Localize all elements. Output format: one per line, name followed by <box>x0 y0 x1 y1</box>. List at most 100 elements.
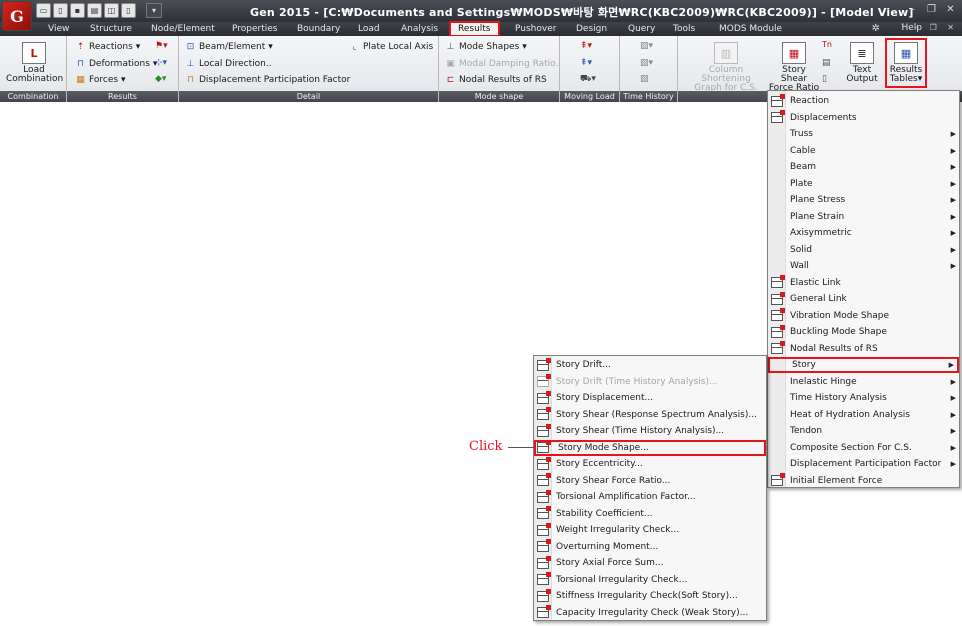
text-output-button[interactable]: ≣ Text Output <box>842 42 882 84</box>
beam-element-dropdown[interactable]: ⊡ Beam/Element ▾ <box>185 41 273 52</box>
open-folder-icon[interactable]: ▭ <box>36 3 51 18</box>
results-tables-item-elastic-link[interactable]: Elastic Link <box>768 275 959 291</box>
results-tables-button[interactable]: ▦ Results Tables▾ <box>885 38 927 88</box>
story-item-story-shear-force-ratio[interactable]: Story Shear Force Ratio... <box>534 473 766 489</box>
results-tables-item-wall[interactable]: Wall ▶ <box>768 258 959 274</box>
story-item-overturning-moment[interactable]: Overturning Moment... <box>534 539 766 555</box>
forces-dropdown[interactable]: ▦ Forces ▾ <box>75 74 125 85</box>
story-submenu: Story Drift... Story Drift (Time History … <box>533 355 767 621</box>
click-annotation-line <box>508 447 534 448</box>
blank-page-icon[interactable]: ▯ <box>121 3 136 18</box>
column-shortening-button[interactable]: ▥ Column Shortening Graph for C.S. <box>684 42 768 93</box>
restore-icon[interactable]: ❐ <box>924 3 939 17</box>
results-tables-item-time-history-analysis[interactable]: Time History Analysis ▶ <box>768 390 959 406</box>
results-tables-item-plane-strain[interactable]: Plane Strain ▶ <box>768 209 959 225</box>
results-tables-item-reaction[interactable]: Reaction <box>768 93 959 109</box>
results-tables-item-displacement-participation-factor[interactable]: Displacement Participation Factor ▶ <box>768 456 959 472</box>
results-tables-item-solid[interactable]: Solid ▶ <box>768 242 959 258</box>
moving-tool-icon[interactable]: ⊹▾ <box>155 58 167 68</box>
story-shear-force-ratio-button[interactable]: ▦ Story Shear Force Ratio <box>768 42 820 93</box>
story-document-icon[interactable]: ▯ <box>822 74 827 84</box>
menu-item-label: Capacity Irregularity Check (Weak Story)… <box>556 607 749 618</box>
results-tables-item-vibration-mode-shape[interactable]: Vibration Mode Shape <box>768 308 959 324</box>
menu-item-label: Story Eccentricity... <box>556 459 643 469</box>
story-item-story-axial-force-sum[interactable]: Story Axial Force Sum... <box>534 555 766 571</box>
results-tables-item-tendon[interactable]: Tendon ▶ <box>768 423 959 439</box>
modal-damping-ratio-button[interactable]: ▣ Modal Damping Ratio.. <box>445 58 561 69</box>
moving-load-vehicle-icon[interactable]: ⛟▾ <box>580 74 596 85</box>
displacement-participation-button[interactable]: ⊓ Displacement Participation Factor <box>185 74 350 85</box>
table-glyph-icon <box>537 588 551 602</box>
minimize-icon[interactable]: – <box>905 3 920 17</box>
time-history-text-icon[interactable]: ▨▾ <box>640 58 653 68</box>
story-item-capacity-irregularity-check-weak-story[interactable]: Capacity Irregularity Check (Weak Story)… <box>534 605 766 621</box>
results-tables-item-inelastic-hinge[interactable]: Inelastic Hinge ▶ <box>768 374 959 390</box>
results-tables-item-heat-of-hydration-analysis[interactable]: Heat of Hydration Analysis ▶ <box>768 407 959 423</box>
time-history-graph-icon[interactable]: ▨▾ <box>640 41 653 51</box>
results-tables-item-initial-element-force[interactable]: Initial Element Force <box>768 473 959 489</box>
story-item-stiffness-irregularity-check-soft-story[interactable]: Stiffness Irregularity Check(Soft Story)… <box>534 588 766 604</box>
moving-load-influence-icon[interactable]: ⇞▾ <box>580 58 592 68</box>
plate-local-axis-button[interactable]: ⌞ Plate Local Axis <box>349 41 433 52</box>
menu-mods-module[interactable]: MODS Module <box>715 23 786 35</box>
menu-tools[interactable]: Tools <box>669 23 699 35</box>
menu-query[interactable]: Query <box>624 23 659 35</box>
story-item-torsional-amplification-factor[interactable]: Torsional Amplification Factor... <box>534 489 766 505</box>
save-icon[interactable]: ▪ <box>70 3 85 18</box>
results-tables-item-nodal-results-of-rs[interactable]: Nodal Results of RS <box>768 341 959 357</box>
results-tables-item-axisymmetric[interactable]: Axisymmetric ▶ <box>768 225 959 241</box>
story-item-story-displacement[interactable]: Story Displacement... <box>534 390 766 406</box>
print-icon[interactable]: ▤ <box>87 3 102 18</box>
story-graph-icon[interactable]: ▤ <box>822 58 831 68</box>
menu-view[interactable]: View <box>44 23 73 35</box>
menu-design[interactable]: Design <box>572 23 611 35</box>
results-tables-item-buckling-mode-shape[interactable]: Buckling Mode Shape <box>768 324 959 340</box>
results-tables-item-cable[interactable]: Cable ▶ <box>768 143 959 159</box>
menu-boundary[interactable]: Boundary <box>293 23 344 35</box>
story-result-icon[interactable]: Tn <box>822 40 832 49</box>
mdi-window-controls[interactable]: ˅ – ❐ ✕ <box>900 23 958 32</box>
results-tables-item-beam[interactable]: Beam ▶ <box>768 159 959 175</box>
menu-structure[interactable]: Structure <box>86 23 136 35</box>
menu-item-label: Solid <box>790 244 812 255</box>
print-preview-icon[interactable]: ◫ <box>104 3 119 18</box>
load-combination-button[interactable]: L Load Combination <box>6 42 63 84</box>
deformations-dropdown[interactable]: ⊓ Deformations ▾ <box>75 58 157 69</box>
submenu-arrow-icon: ▶ <box>950 410 956 419</box>
app-logo[interactable]: G <box>2 1 32 31</box>
reactions-dropdown[interactable]: ⇡ Reactions ▾ <box>75 41 141 52</box>
menu-pushover[interactable]: Pushover <box>511 23 560 35</box>
story-item-story-shear-time-history-analysis[interactable]: Story Shear (Time History Analysis)... <box>534 423 766 439</box>
results-tables-item-plane-stress[interactable]: Plane Stress ▶ <box>768 192 959 208</box>
menu-load[interactable]: Load <box>354 23 384 35</box>
new-file-icon[interactable]: ▯ <box>53 3 68 18</box>
menu-results[interactable]: Results <box>449 21 500 37</box>
results-tables-item-truss[interactable]: Truss ▶ <box>768 126 959 142</box>
mode-shapes-dropdown[interactable]: ⊥ Mode Shapes ▾ <box>445 41 527 52</box>
customize-toolbar-chevron-icon[interactable]: ▾ <box>146 3 162 18</box>
results-tables-item-plate[interactable]: Plate ▶ <box>768 176 959 192</box>
menu-properties[interactable]: Properties <box>228 23 281 35</box>
stress-tool-icon[interactable]: ⚑▾ <box>155 41 168 51</box>
local-direction-button[interactable]: ⊥ Local Direction.. <box>185 58 272 69</box>
time-history-function-icon[interactable]: ▨ <box>640 74 649 84</box>
story-item-story-shear-response-spectrum-analysis[interactable]: Story Shear (Response Spectrum Analysis)… <box>534 407 766 423</box>
story-item-story-eccentricity[interactable]: Story Eccentricity... <box>534 456 766 472</box>
menu-analysis[interactable]: Analysis <box>397 23 442 35</box>
gear-icon[interactable]: ✲ <box>872 23 880 34</box>
nodal-results-rs-button[interactable]: ⊏ Nodal Results of RS <box>445 74 547 85</box>
story-item-stability-coefficient[interactable]: Stability Coefficient... <box>534 506 766 522</box>
results-tables-item-displacements[interactable]: Displacements <box>768 110 959 126</box>
story-item-story-mode-shape[interactable]: Story Mode Shape... <box>534 439 766 456</box>
story-item-story-drift-time-history-analysis[interactable]: Story Drift (Time History Analysis)... <box>534 374 766 390</box>
story-item-story-drift[interactable]: Story Drift... <box>534 357 766 373</box>
results-tables-item-story[interactable]: Story ▶ <box>768 357 959 373</box>
results-tables-item-composite-section-for-c-s[interactable]: Composite Section For C.S. ▶ <box>768 440 959 456</box>
moving-load-tracer-icon[interactable]: ⇞▾ <box>580 41 592 51</box>
close-icon[interactable]: ✕ <box>943 3 958 17</box>
menu-node-element[interactable]: Node/Element <box>147 23 219 35</box>
story-item-weight-irregularity-check[interactable]: Weight Irregularity Check... <box>534 522 766 538</box>
story-item-torsional-irregularity-check[interactable]: Torsional Irregularity Check... <box>534 572 766 588</box>
contour-tool-icon[interactable]: ◆▾ <box>155 74 166 84</box>
results-tables-item-general-link[interactable]: General Link <box>768 291 959 307</box>
